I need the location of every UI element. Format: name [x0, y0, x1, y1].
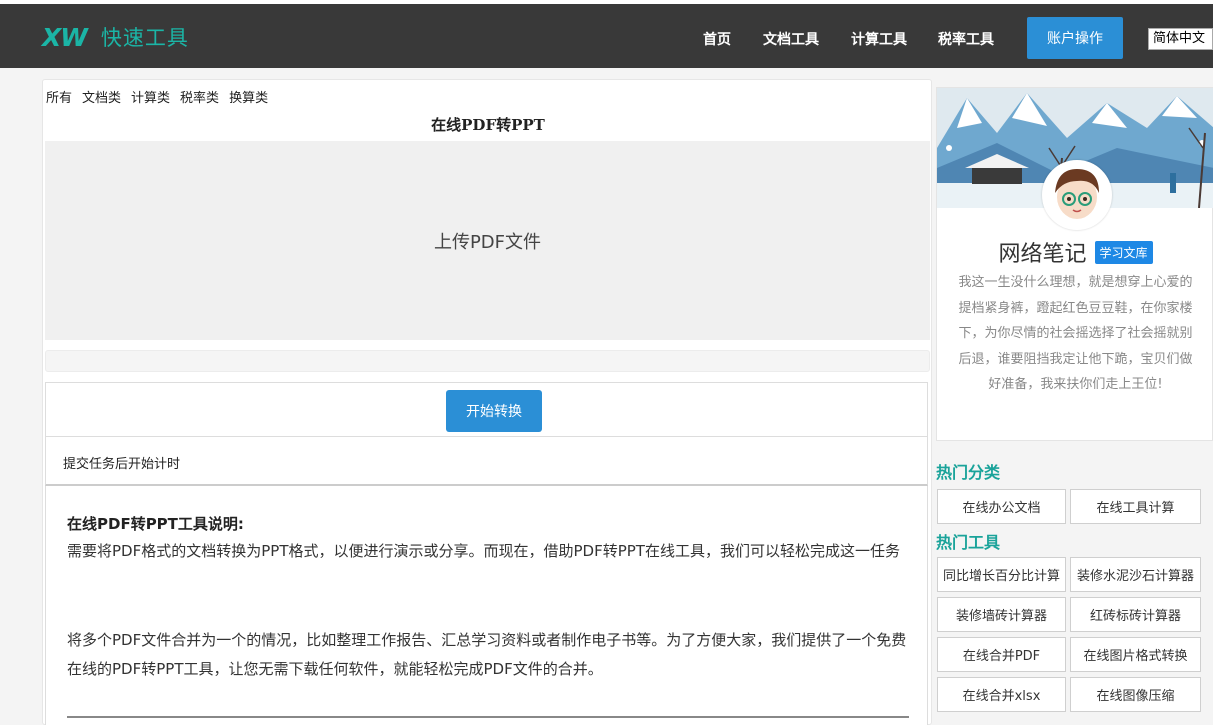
hot-tool-wall-tile[interactable]: 装修墙砖计算器	[937, 597, 1066, 632]
hot-tool-merge-pdf[interactable]: 在线合并PDF	[937, 637, 1066, 672]
hot-tool-image-compress[interactable]: 在线图像压缩	[1070, 677, 1201, 712]
site-logo[interactable]: XW 快速工具	[42, 22, 189, 52]
account-button[interactable]: 账户操作	[1027, 17, 1123, 59]
hot-tool-yoy-growth[interactable]: 同比增长百分比计算	[937, 557, 1066, 592]
hot-tools-title: 热门工具	[936, 533, 1001, 552]
category-filter: 所有 文档类 计算类 税率类 换算类	[46, 87, 268, 106]
profile-card: 网络笔记 学习文库 我这一生没什么理想，就是想穿上心爱的提档紧身裤，蹬起红色豆豆…	[936, 87, 1213, 441]
language-select[interactable]: 简体中文	[1148, 28, 1213, 50]
divider	[67, 716, 909, 718]
nav-tax-tools[interactable]: 税率工具	[938, 29, 994, 49]
progress-bar	[45, 350, 930, 372]
nav-document-tools[interactable]: 文档工具	[763, 29, 819, 49]
profile-name-row: 网络笔记 学习文库	[937, 236, 1213, 268]
upload-label: 上传PDF文件	[433, 231, 542, 253]
site-header: XW 快速工具 首页 文档工具 计算工具 税率工具 账户操作 简体中文	[0, 4, 1213, 68]
nav-calculation-tools[interactable]: 计算工具	[851, 29, 907, 49]
timer-box: 提交任务后开始计时	[45, 437, 928, 486]
hot-tool-merge-xlsx[interactable]: 在线合并xlsx	[937, 677, 1066, 712]
profile-name: 网络笔记	[998, 242, 1087, 267]
description-heading: 在线PDF转PPT工具说明:	[67, 515, 244, 533]
logo-text: 快速工具	[100, 26, 189, 50]
hot-tool-image-format[interactable]: 在线图片格式转换	[1070, 637, 1201, 672]
hot-categories-title: 热门分类	[936, 463, 1001, 482]
hot-tool-cement-sand[interactable]: 装修水泥沙石计算器	[1070, 557, 1201, 592]
upload-dropzone[interactable]: 上传PDF文件	[45, 141, 930, 340]
category-document[interactable]: 文档类	[82, 87, 121, 106]
description-paragraph: 需要将PDF格式的文档转换为PPT格式，以便进行演示或分享。而现在，借助PDF转…	[67, 542, 900, 560]
hot-category-tool-calc[interactable]: 在线工具计算	[1070, 489, 1201, 524]
avatar	[1042, 160, 1112, 230]
hot-category-office-docs[interactable]: 在线办公文档	[937, 489, 1066, 524]
profile-bio: 我这一生没什么理想，就是想穿上心爱的提档紧身裤，蹬起红色豆豆鞋，在你家楼下，为你…	[958, 275, 1193, 392]
action-box: 开始转换	[45, 382, 928, 437]
description-box: 在线PDF转PPT工具说明: 需要将PDF格式的文档转换为PPT格式，以便进行演…	[45, 486, 928, 725]
nav-home[interactable]: 首页	[703, 29, 731, 49]
main-panel: 所有 文档类 计算类 税率类 换算类 在线PDF转PPT 上传PDF文件 开始转…	[42, 79, 932, 725]
timer-text: 提交任务后开始计时	[63, 457, 181, 472]
category-all[interactable]: 所有	[46, 87, 72, 106]
category-tax[interactable]: 税率类	[180, 87, 219, 106]
start-convert-button[interactable]: 开始转换	[446, 390, 542, 432]
logo-mark: XW	[42, 22, 88, 52]
profile-tag[interactable]: 学习文库	[1094, 240, 1153, 264]
description-paragraph: 将多个PDF文件合并为一个的情况，比如整理工作报告、汇总学习资料或者制作电子书等…	[67, 631, 907, 678]
category-calculation[interactable]: 计算类	[131, 87, 170, 106]
hot-tool-red-brick[interactable]: 红砖标砖计算器	[1070, 597, 1201, 632]
page-title: 在线PDF转PPT	[431, 116, 545, 134]
category-conversion[interactable]: 换算类	[229, 87, 268, 106]
